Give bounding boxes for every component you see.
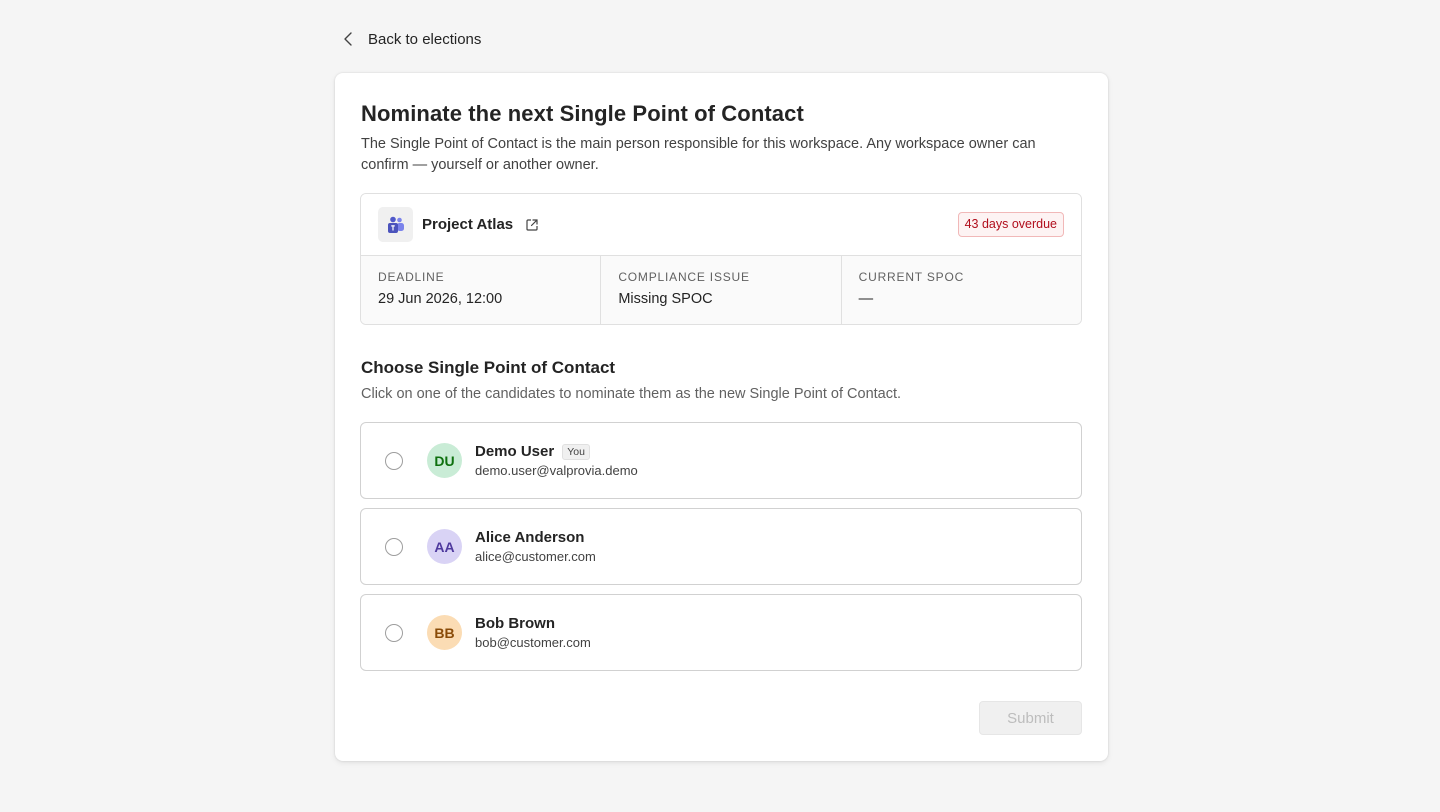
teams-icon: [378, 207, 413, 242]
meta-value: —: [858, 291, 874, 307]
candidate-radio[interactable]: [385, 623, 403, 642]
candidate-name-row: Demo User You: [475, 443, 638, 460]
candidate-info: Bob Brown bob@customer.com: [475, 615, 591, 650]
candidate-name: Demo User: [475, 443, 555, 460]
workspace-header: Project Atlas 43 days overdue: [361, 194, 1081, 256]
meta-compliance-issue: COMPLIANCE ISSUE Missing SPOC: [601, 256, 842, 324]
candidate-name: Bob Brown: [475, 615, 555, 632]
candidate-info: Alice Anderson alice@customer.com: [475, 529, 596, 564]
meta-current-spoc: CURRENT SPOC —: [842, 256, 1081, 324]
avatar: AA: [427, 529, 462, 564]
candidate-email: alice@customer.com: [475, 549, 596, 564]
meta-label: COMPLIANCE ISSUE: [618, 270, 750, 284]
candidate-name-row: Alice Anderson: [475, 529, 596, 546]
candidate-list: DU Demo User You demo.user@valprovia.dem…: [360, 422, 1082, 680]
back-to-elections-link[interactable]: Back to elections: [342, 28, 481, 50]
avatar: DU: [427, 443, 462, 478]
candidate-email: bob@customer.com: [475, 635, 591, 650]
meta-label: CURRENT SPOC: [858, 270, 965, 284]
section-title: Choose Single Point of Contact: [361, 358, 616, 377]
workspace-meta: DEADLINE 29 Jun 2026, 12:00 COMPLIANCE I…: [361, 256, 1081, 324]
meta-value: 29 Jun 2026, 12:00: [378, 291, 503, 307]
meta-deadline: DEADLINE 29 Jun 2026, 12:00: [361, 256, 602, 324]
open-external-icon[interactable]: [525, 218, 539, 232]
nomination-card: Nominate the next Single Point of Contac…: [335, 73, 1108, 761]
page-description: The Single Point of Contact is the main …: [361, 136, 1036, 173]
overdue-badge: 43 days overdue: [957, 212, 1064, 237]
submit-button[interactable]: Submit: [979, 701, 1082, 735]
you-badge: You: [562, 443, 590, 460]
candidate-radio[interactable]: [385, 451, 403, 470]
candidate-option[interactable]: DU Demo User You demo.user@valprovia.dem…: [360, 422, 1082, 499]
workspace-name: Project Atlas: [422, 216, 514, 233]
meta-value: Missing SPOC: [618, 291, 713, 307]
chevron-left-icon: [342, 31, 356, 47]
meta-label: DEADLINE: [378, 270, 445, 284]
candidate-info: Demo User You demo.user@valprovia.demo: [475, 443, 638, 478]
candidate-name: Alice Anderson: [475, 529, 585, 546]
candidate-radio[interactable]: [385, 537, 403, 556]
candidate-email: demo.user@valprovia.demo: [475, 463, 638, 478]
section-description: Click on one of the candidates to nomina…: [361, 386, 902, 402]
page-title: Nominate the next Single Point of Contac…: [361, 101, 804, 126]
candidate-option[interactable]: BB Bob Brown bob@customer.com: [360, 594, 1082, 671]
workspace-summary: Project Atlas 43 days overdue DEADLINE 2…: [360, 193, 1082, 325]
back-link-label: Back to elections: [368, 30, 482, 48]
candidate-option[interactable]: AA Alice Anderson alice@customer.com: [360, 508, 1082, 585]
avatar: BB: [427, 615, 462, 650]
candidate-name-row: Bob Brown: [475, 615, 591, 632]
